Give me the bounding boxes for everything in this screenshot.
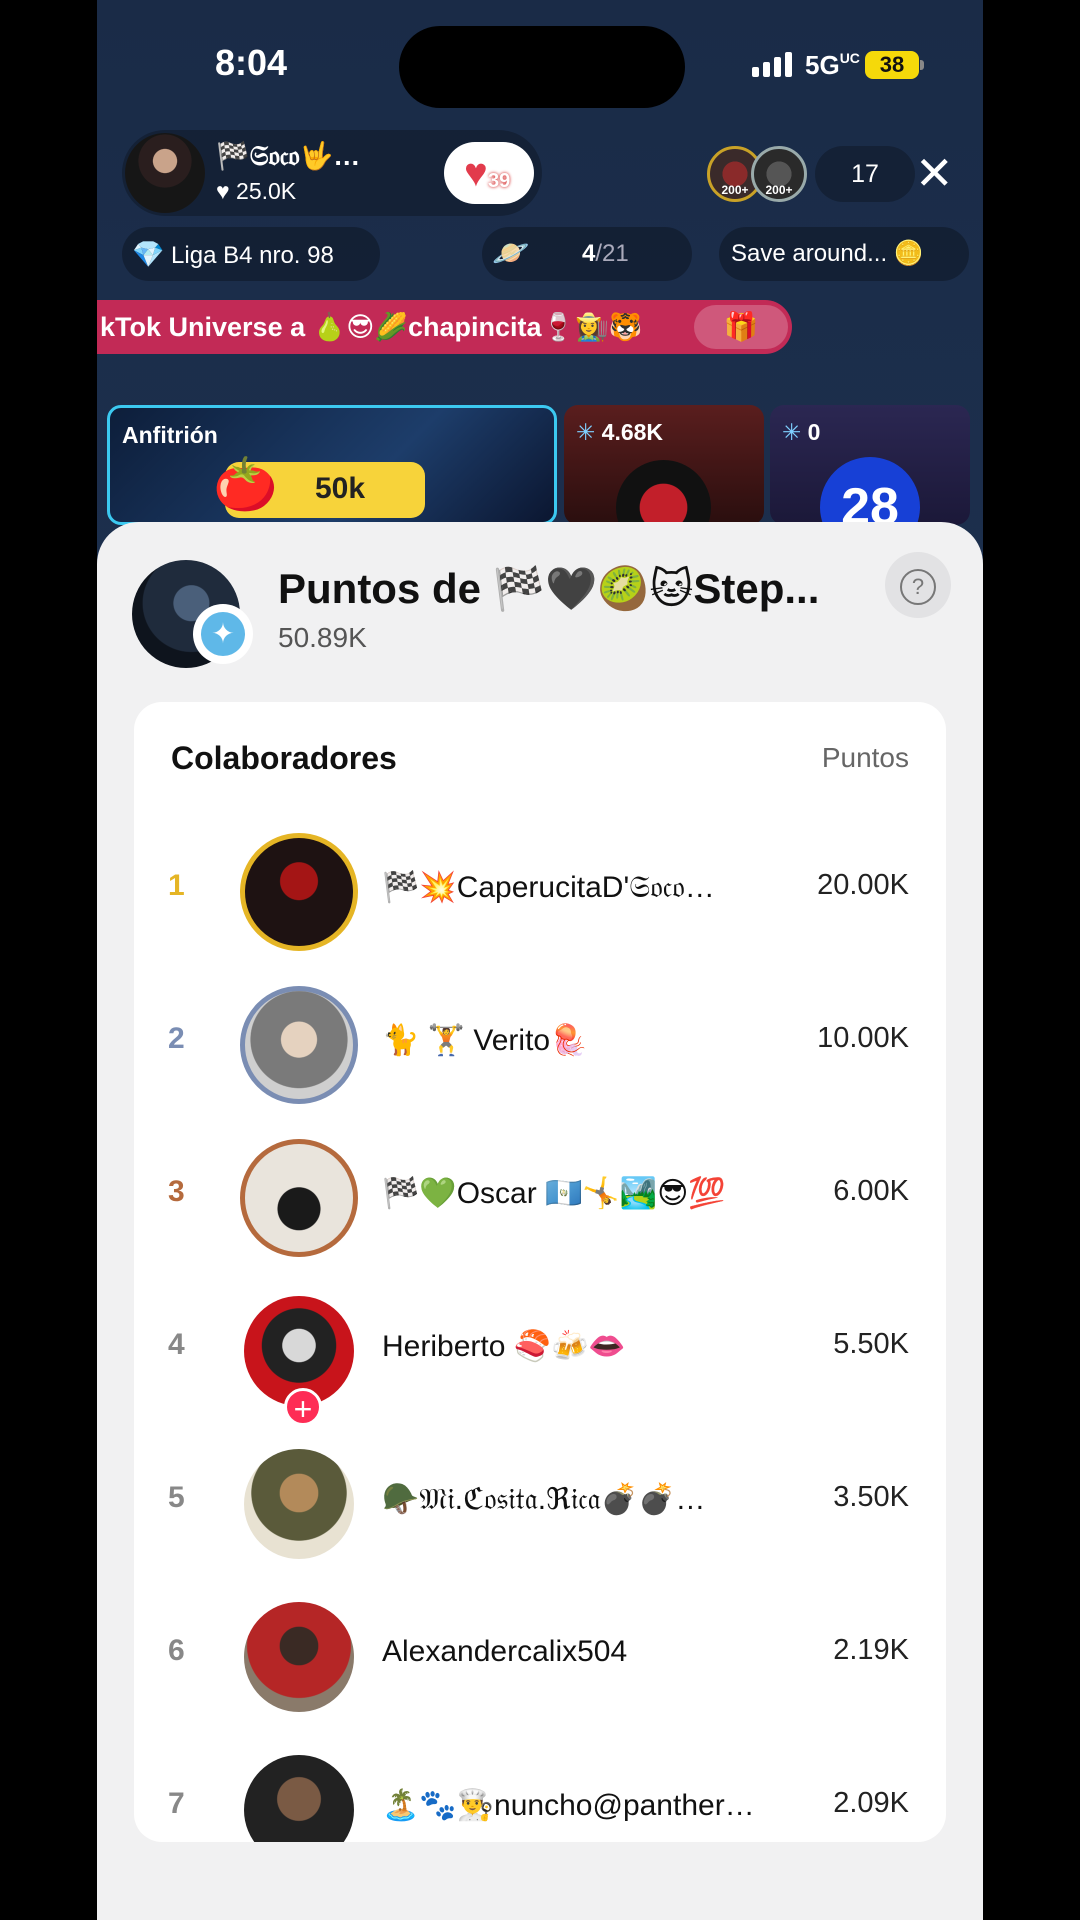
username: Heriberto 🍣🍻👄 (382, 1330, 626, 1363)
sheet-title: Puntos de 🏁🖤🥝🐱Step... (278, 565, 820, 612)
host-likes: ♥ 25.0K (216, 178, 297, 204)
list-item[interactable]: 2 🐈 🏋️ Verito🪼 10.00K (134, 970, 946, 1123)
points: 2.19K (833, 1634, 909, 1666)
lips-avatar (616, 460, 711, 525)
total-points: 50.89K (278, 622, 367, 653)
viewer-avatar[interactable]: 200+ (751, 146, 807, 202)
heart-icon: ♥ (216, 178, 230, 204)
top-viewers[interactable]: 200+ 200+ 17 (707, 146, 915, 202)
gift-icon[interactable]: 🎁 (694, 305, 788, 349)
username: 🏁💥CaperucitaD'𝔖𝔬𝔠𝔬… (382, 871, 715, 904)
host-name: 🏁𝔖𝔬𝔠𝔬🤟… (216, 141, 361, 171)
progress-chip[interactable]: 🪐 4/21 (482, 227, 692, 281)
number-avatar: 28 (820, 457, 920, 525)
badge-count: 39 (488, 170, 511, 192)
guest-points: ✳ 4.68K (576, 419, 664, 445)
planet-icon: 🪐 (492, 237, 530, 270)
gift-marquee[interactable]: kTok Universe a 🍐😎🌽chapincita🍷👩‍🌾🐯 (97, 300, 792, 354)
rank: 6 (168, 1634, 185, 1667)
username: 🏁💚Oscar 🇬🇹🤸🏞️😎💯 (382, 1177, 726, 1210)
points-sheet: ✦ Puntos de 🏁🖤🥝🐱Step... 50.89K ? Colabor… (97, 522, 983, 1920)
host-avatar[interactable] (125, 133, 205, 213)
list-item[interactable]: 3 🏁💚Oscar 🇬🇹🤸🏞️😎💯 6.00K (134, 1123, 946, 1276)
goal-badge: 🍅 50k (213, 456, 425, 518)
rank: 7 (168, 1787, 185, 1820)
follow-plus-icon[interactable]: + (284, 1388, 322, 1427)
rank: 5 (168, 1481, 185, 1514)
avatar[interactable] (240, 1139, 358, 1257)
avatar[interactable] (244, 1449, 354, 1559)
host-fan-badge[interactable]: ♥ 39 (444, 142, 534, 204)
points: 2.09K (833, 1787, 909, 1819)
username: 🐈 🏋️ Verito🪼 (382, 1024, 588, 1057)
rank: 4 (168, 1328, 185, 1361)
points: 20.00K (817, 869, 909, 901)
guest-video-tile[interactable]: ✳ 0 28 (770, 405, 970, 525)
star-badge-icon: ✦ (193, 604, 253, 664)
points-header: Puntos (821, 742, 909, 773)
host-video-tile[interactable]: Anfitrión 🍅 50k (107, 405, 557, 525)
diamond-icon: 💎 (132, 239, 165, 269)
list-item[interactable]: 7 🏝️🐾👨‍🍳nuncho@panther… 2.09K (134, 1735, 946, 1842)
contributors-card: Colaboradores Puntos 1 🏁💥CaperucitaD'𝔖𝔬𝔠… (134, 702, 946, 1842)
list-item[interactable]: 6 Alexandercalix504 2.19K (134, 1582, 946, 1735)
username: Alexandercalix504 (382, 1635, 628, 1668)
points: 6.00K (833, 1175, 909, 1207)
mascot-icon: 🍅 (213, 456, 278, 514)
close-icon[interactable]: ✕ (915, 148, 954, 198)
list-item[interactable]: 4 + Heriberto 🍣🍻👄 5.50K (134, 1276, 946, 1429)
avatar[interactable] (240, 986, 358, 1104)
network-type: 5GUC (805, 50, 860, 80)
guest-video-tile[interactable]: ✳ 4.68K (564, 405, 764, 525)
live-screen: 8:04 5GUC 38 🏁𝔖𝔬𝔠𝔬🤟… ♥ 25.0K ♥ 39 200+ 2… (97, 0, 983, 1920)
signal-icon (752, 52, 792, 77)
host-profile-pill[interactable]: 🏁𝔖𝔬𝔠𝔬🤟… ♥ 25.0K ♥ 39 (122, 130, 542, 216)
rank: 3 (168, 1175, 185, 1208)
save-around-chip[interactable]: Save around... 🪙 (719, 227, 969, 281)
status-time: 8:04 (215, 42, 288, 83)
points: 5.50K (833, 1328, 909, 1360)
league-chip[interactable]: 💎 Liga B4 nro. 98 (122, 227, 380, 281)
heart-badge-icon: ♥ (464, 151, 488, 195)
help-icon[interactable]: ? (885, 552, 951, 618)
battery-icon: 38 (865, 51, 919, 79)
guest-points: ✳ 0 (782, 419, 821, 445)
coins-icon: 🪙 (893, 240, 924, 267)
contributors-header: Colaboradores (171, 740, 397, 776)
username: 🏝️🐾👨‍🍳nuncho@panther… (382, 1789, 755, 1822)
points: 10.00K (817, 1022, 909, 1054)
dynamic-island (399, 26, 685, 108)
username: 🪖𝔐𝔦.ℭ𝔬𝔰𝔦𝔱𝔞.ℜ𝔦𝔠𝔞💣💣… (382, 1483, 706, 1516)
rank: 1 (168, 869, 185, 902)
host-tile-label: Anfitrión (122, 422, 218, 448)
avatar[interactable] (240, 833, 358, 951)
list-item[interactable]: 5 🪖𝔐𝔦.ℭ𝔬𝔰𝔦𝔱𝔞.ℜ𝔦𝔠𝔞💣💣… 3.50K (134, 1429, 946, 1582)
avatar[interactable] (244, 1602, 354, 1712)
list-item[interactable]: 1 🏁💥CaperucitaD'𝔖𝔬𝔠𝔬… 20.00K (134, 817, 946, 970)
rank: 2 (168, 1022, 185, 1055)
viewer-count[interactable]: 17 (815, 146, 915, 202)
avatar[interactable] (244, 1755, 354, 1842)
battery-tip (920, 60, 924, 70)
points: 3.50K (833, 1481, 909, 1513)
